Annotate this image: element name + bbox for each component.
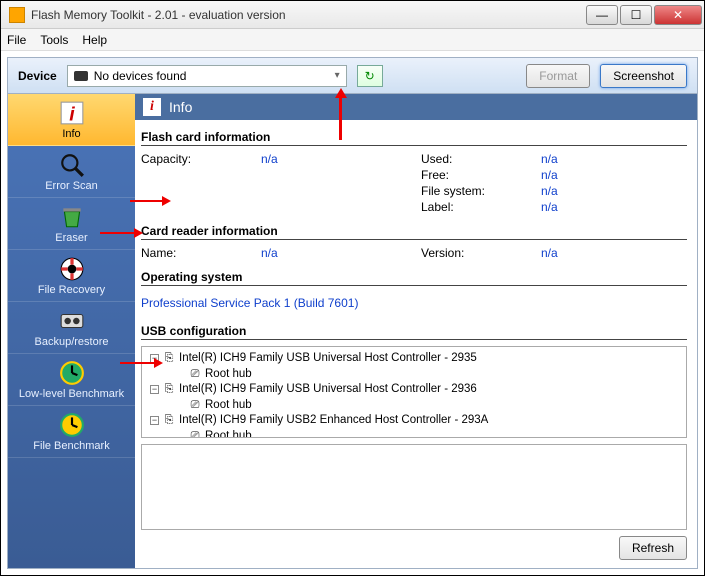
annotation-arrow-stem [100, 232, 134, 234]
sidebar-item-file-recovery[interactable]: File Recovery [8, 250, 135, 302]
filesystem-value: n/a [541, 184, 661, 198]
menu-tools[interactable]: Tools [40, 33, 68, 47]
clock-icon [59, 360, 85, 386]
device-dropdown[interactable]: No devices found ▾ [67, 65, 347, 87]
tree-node-controller[interactable]: −⎘Intel(R) ICH9 Family USB Universal Hos… [150, 382, 682, 398]
screenshot-button[interactable]: Screenshot [600, 64, 687, 88]
annotation-arrow-stem [339, 98, 342, 140]
free-value: n/a [541, 168, 661, 182]
os-heading: Operating system [141, 270, 687, 286]
tree-node-roothub[interactable]: ⎚Root hub [188, 398, 682, 414]
close-button[interactable]: ✕ [654, 5, 702, 25]
collapse-icon[interactable]: − [150, 416, 159, 425]
hub-icon: ⎚ [188, 399, 202, 411]
sidebar-item-label: File Benchmark [33, 440, 109, 452]
annotation-arrow-icon [162, 196, 171, 206]
hub-icon: ⎚ [188, 430, 202, 438]
usb-tree[interactable]: −⎘Intel(R) ICH9 Family USB Universal Hos… [141, 346, 687, 438]
filesystem-label: File system: [421, 184, 541, 198]
detail-box [141, 444, 687, 530]
clock-icon [59, 412, 85, 438]
title-bar: Flash Memory Toolkit - 2.01 - evaluation… [1, 1, 704, 29]
sidebar-item-label: Error Scan [45, 180, 98, 192]
reader-name-value: n/a [261, 246, 421, 260]
card-reader-grid: Name: n/a Version: n/a [141, 246, 687, 260]
info-icon: i [59, 100, 85, 126]
annotation-arrow-icon [134, 228, 143, 238]
tree-node-controller[interactable]: −⎘Intel(R) ICH9 Family USB2 Enhanced Hos… [150, 413, 682, 429]
menu-file[interactable]: File [7, 33, 26, 47]
reader-name-label: Name: [141, 246, 261, 260]
sidebar-item-label: Backup/restore [35, 336, 109, 348]
annotation-arrow-stem [120, 362, 154, 364]
sidebar-item-low-level-benchmark[interactable]: Low-level Benchmark [8, 354, 135, 406]
sidebar-item-eraser[interactable]: Eraser [8, 198, 135, 250]
lifebuoy-icon [59, 256, 85, 282]
flash-card-grid: Capacity: n/a Used: n/a Free: n/a File s… [141, 152, 687, 214]
volume-label-value: n/a [541, 200, 661, 214]
controller-icon: ⎘ [162, 384, 176, 396]
controller-icon: ⎘ [162, 353, 176, 365]
annotation-arrow-stem [130, 200, 162, 202]
device-selected-text: No devices found [94, 69, 187, 83]
maximize-button[interactable]: ☐ [620, 5, 652, 25]
free-label: Free: [421, 168, 541, 182]
tree-node-controller[interactable]: −⎘Intel(R) ICH9 Family USB Universal Hos… [150, 351, 682, 367]
reader-version-value: n/a [541, 246, 661, 260]
refresh-button[interactable]: Refresh [619, 536, 687, 560]
sidebar-item-label: File Recovery [38, 284, 105, 296]
reader-version-label: Version: [421, 246, 541, 260]
device-label: Device [18, 69, 57, 83]
annotation-arrow-icon [335, 88, 347, 98]
sidebar-item-label: Eraser [55, 232, 87, 244]
menu-bar: File Tools Help [1, 29, 704, 51]
svg-text:i: i [69, 103, 75, 125]
controller-icon: ⎘ [162, 415, 176, 427]
sidebar-item-backup-restore[interactable]: Backup/restore [8, 302, 135, 354]
panel-header: i Info [135, 94, 697, 120]
content-panel: i Info Flash card information Capacity: … [135, 94, 697, 568]
device-toolbar: Device No devices found ▾ ↻ Format Scree… [8, 58, 697, 94]
refresh-devices-button[interactable]: ↻ [357, 65, 383, 87]
tree-node-roothub[interactable]: ⎚Root hub [188, 367, 682, 383]
flash-card-heading: Flash card information [141, 130, 687, 146]
capacity-value: n/a [261, 152, 421, 166]
sidebar-item-file-benchmark[interactable]: File Benchmark [8, 406, 135, 458]
volume-label-label: Label: [421, 200, 541, 214]
trash-icon [59, 204, 85, 230]
usb-heading: USB configuration [141, 324, 687, 340]
menu-help[interactable]: Help [82, 33, 107, 47]
chevron-down-icon: ▾ [335, 70, 340, 81]
minimize-button[interactable]: — [586, 5, 618, 25]
main-frame: Device No devices found ▾ ↻ Format Scree… [7, 57, 698, 569]
info-icon: i [143, 98, 161, 116]
app-icon [9, 7, 25, 23]
tree-node-roothub[interactable]: ⎚Root hub [188, 429, 682, 438]
capacity-label: Capacity: [141, 152, 261, 166]
annotation-arrow-icon [154, 358, 163, 368]
sidebar-item-label: Info [62, 128, 80, 140]
used-label: Used: [421, 152, 541, 166]
magnifier-icon [59, 152, 85, 178]
sidebar-item-error-scan[interactable]: Error Scan [8, 146, 135, 198]
used-value: n/a [541, 152, 661, 166]
sidebar: i Info Error Scan Eraser File [8, 94, 135, 568]
collapse-icon[interactable]: − [150, 385, 159, 394]
window-title: Flash Memory Toolkit - 2.01 - evaluation… [31, 8, 584, 22]
hub-icon: ⎚ [188, 368, 202, 380]
refresh-icon: ↻ [365, 69, 375, 83]
drive-icon [74, 71, 88, 81]
sidebar-item-label: Low-level Benchmark [19, 388, 124, 400]
panel-title: Info [169, 99, 192, 115]
sidebar-item-info[interactable]: i Info [8, 94, 135, 146]
os-value: Professional Service Pack 1 (Build 7601) [141, 296, 687, 310]
card-reader-heading: Card reader information [141, 224, 687, 240]
format-button[interactable]: Format [526, 64, 590, 88]
tape-icon [59, 308, 85, 334]
